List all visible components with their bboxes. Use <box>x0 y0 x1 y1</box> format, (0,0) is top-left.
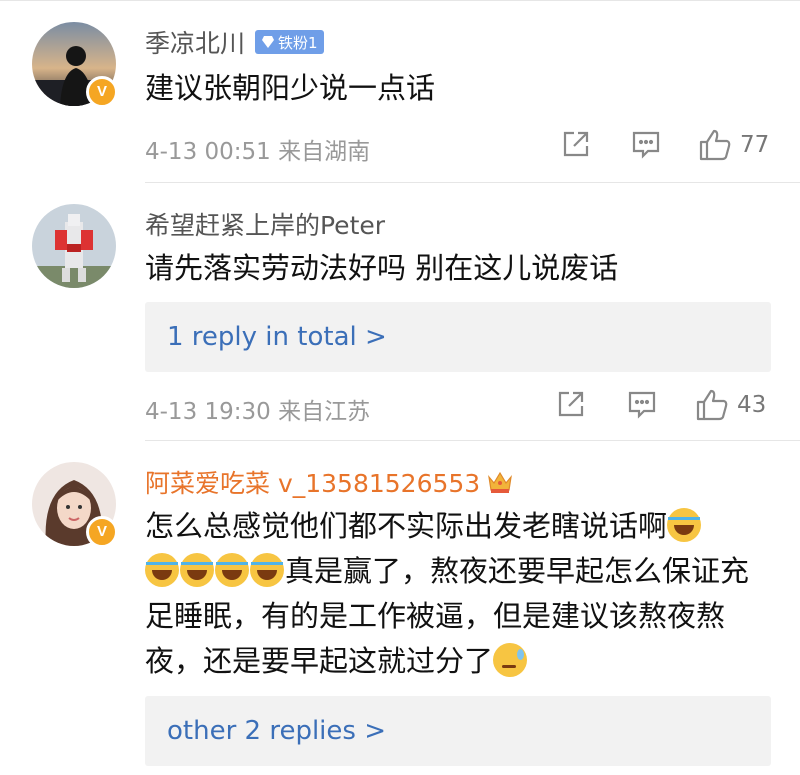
comment-item: V 阿菜爱吃菜 v_13581526553 怎么总感觉他们都不实际出发老瞎说话啊… <box>0 440 800 775</box>
username[interactable]: 季凉北川 铁粉1 <box>145 24 324 60</box>
crown-icon <box>488 471 513 493</box>
comment-meta: 4-13 00:51 来自湖南 <box>145 139 371 165</box>
avatar[interactable] <box>32 204 116 288</box>
username-text: 季凉北川 <box>145 29 246 58</box>
comment-button[interactable] <box>630 128 662 160</box>
comment-item: 希望赶紧上岸的Peter 请先落实劳动法好吗 别在这儿说废话 1 reply i… <box>0 182 800 440</box>
comment-text: 请先落实劳动法好吗 别在这儿说废话 <box>145 251 619 285</box>
username[interactable]: 希望赶紧上岸的Peter <box>145 206 385 242</box>
laugh-cry-emoji <box>180 553 214 587</box>
username-text: 阿菜爱吃菜 v_13581526553 <box>145 469 481 498</box>
like-button[interactable]: 77 <box>698 128 769 162</box>
comment-item: V 季凉北川 铁粉1 建议张朝阳少说一点话 4-13 00:51 来自湖南 77 <box>0 0 800 182</box>
repost-icon <box>558 391 584 417</box>
laugh-cry-emoji <box>215 553 249 587</box>
fan-badge: 铁粉1 <box>255 30 324 54</box>
verified-badge: V <box>86 516 118 548</box>
comment-meta: 4-13 19:30 来自江苏 <box>145 399 371 425</box>
comment-text-part1: 怎么总感觉他们都不实际出发老瞎说话啊 <box>145 509 668 543</box>
like-icon <box>699 129 731 161</box>
comment-text: 怎么总感觉他们都不实际出发老瞎说话啊 真是赢了，熬夜还要早起怎么保证充足睡眠，有… <box>145 504 775 684</box>
username[interactable]: 阿菜爱吃菜 v_13581526553 <box>145 464 514 500</box>
laugh-cry-emoji <box>145 553 179 587</box>
fan-badge-label: 铁粉1 <box>278 33 318 52</box>
verified-badge: V <box>86 76 118 108</box>
comment-actions: 43 <box>555 388 775 428</box>
replies-link[interactable]: 1 reply in total > <box>145 302 771 372</box>
comment-text: 建议张朝阳少说一点话 <box>145 71 436 105</box>
diamond-icon <box>262 36 275 48</box>
avatar[interactable]: V <box>32 22 118 108</box>
comment-icon <box>628 391 656 419</box>
like-count: 77 <box>740 132 770 158</box>
like-icon <box>696 389 728 421</box>
laugh-cry-emoji <box>250 553 284 587</box>
laugh-cry-emoji <box>667 508 702 542</box>
repost-button[interactable] <box>555 388 587 420</box>
comment-icon <box>632 131 660 159</box>
repost-button[interactable] <box>560 128 592 160</box>
comment-actions: 77 <box>555 128 775 168</box>
avatar[interactable]: V <box>32 462 118 548</box>
like-button[interactable]: 43 <box>695 388 766 422</box>
sweat-emoji <box>493 643 528 677</box>
repost-icon <box>563 131 589 157</box>
username-text: 希望赶紧上岸的Peter <box>145 211 386 240</box>
like-count: 43 <box>737 392 767 418</box>
comment-button[interactable] <box>626 388 658 420</box>
replies-link[interactable]: other 2 replies > <box>145 696 771 766</box>
